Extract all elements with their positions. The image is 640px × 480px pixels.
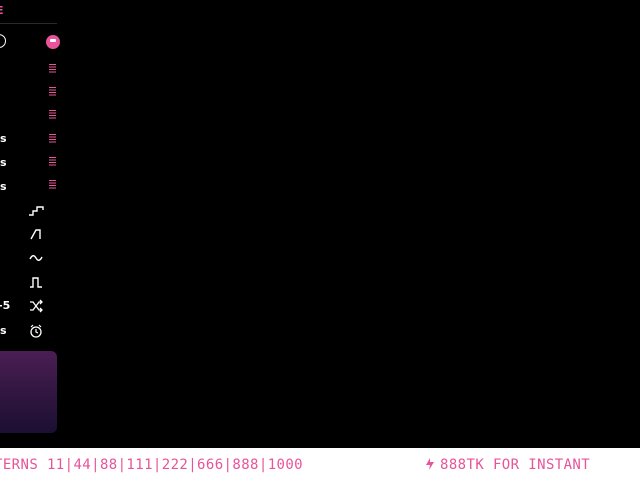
speed-label: s bbox=[0, 180, 7, 193]
range-label: -5 bbox=[0, 299, 11, 312]
stairs-up-icon[interactable] bbox=[28, 203, 44, 217]
control-panel: E s s s -5 s bbox=[0, 0, 60, 440]
divider bbox=[0, 23, 57, 24]
pattern-list-icon[interactable] bbox=[49, 110, 56, 119]
timer-label: s bbox=[0, 324, 7, 337]
sine-wave-icon[interactable] bbox=[28, 251, 44, 265]
alarm-clock-icon[interactable] bbox=[28, 324, 44, 338]
pattern-list-icon[interactable] bbox=[49, 134, 56, 143]
pattern-list-icon[interactable] bbox=[49, 64, 56, 73]
speed-label: s bbox=[0, 156, 7, 169]
ticker-instant-label: 888TK FOR INSTANT bbox=[440, 457, 591, 473]
square-wave-icon[interactable] bbox=[28, 275, 44, 289]
avatar[interactable] bbox=[46, 35, 60, 49]
lightning-icon bbox=[426, 458, 434, 470]
ticker-bar: TERNS 11|44|88|111|222|666|888|1000 888T… bbox=[0, 448, 640, 480]
pattern-list-icon[interactable] bbox=[49, 180, 56, 189]
ticker-patterns-text: TERNS 11|44|88|111|222|666|888|1000 bbox=[0, 457, 304, 473]
pattern-list-icon[interactable] bbox=[49, 157, 56, 166]
power-icon[interactable] bbox=[0, 34, 6, 48]
ticker-instant-text: 888TK FOR INSTANT bbox=[424, 457, 590, 473]
pattern-preview-card[interactable] bbox=[0, 351, 57, 433]
pattern-list-icon[interactable] bbox=[49, 87, 56, 96]
logo: E bbox=[0, 4, 5, 17]
speed-label: s bbox=[0, 132, 7, 145]
shuffle-icon[interactable] bbox=[28, 299, 44, 313]
ramp-icon[interactable] bbox=[28, 227, 44, 241]
